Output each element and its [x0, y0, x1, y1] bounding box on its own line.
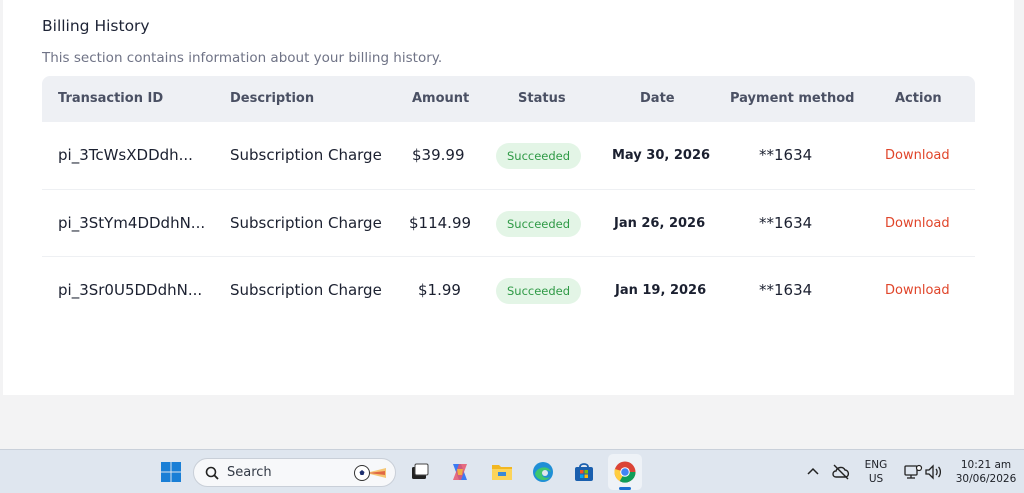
- language-indicator[interactable]: ENG US: [860, 459, 892, 485]
- date-cell: Jan 19, 2026: [615, 283, 707, 298]
- copilot-icon[interactable]: [446, 458, 474, 486]
- transaction-id-cell: pi_3TcWsXDDdh...: [58, 146, 193, 164]
- active-indicator: [619, 487, 631, 490]
- payment-method-cell: **1634: [759, 146, 813, 164]
- description-cell: Subscription Charge: [230, 281, 382, 299]
- table-header: Transaction ID Description Amount Status…: [42, 76, 975, 122]
- transaction-id-cell: pi_3Sr0U5DDdhN...: [58, 281, 203, 299]
- taskbar-search-box[interactable]: Search: [193, 458, 396, 487]
- status-badge: Succeeded: [496, 210, 582, 237]
- status-badge: Succeeded: [496, 143, 582, 169]
- task-view-icon[interactable]: [405, 458, 433, 486]
- section-title: Billing History: [42, 17, 150, 35]
- clock[interactable]: 10:21 am 30/06/2026: [952, 459, 1020, 485]
- store-icon[interactable]: [570, 458, 598, 486]
- soccer-ball-icon: [354, 465, 386, 481]
- header-action: Action: [895, 91, 942, 106]
- table-row: pi_3Sr0U5DDdhN... Subscription Charge $1…: [42, 257, 975, 325]
- table-row: pi_3TcWsXDDdh... Subscription Charge $39…: [42, 122, 975, 190]
- windows-taskbar: Search ENG US 10:21 am 30/06/2026: [0, 449, 1024, 493]
- description-cell: Subscription Charge: [230, 213, 382, 232]
- file-explorer-icon[interactable]: [488, 458, 516, 486]
- chrome-icon[interactable]: [608, 454, 642, 490]
- volume-icon[interactable]: [920, 458, 948, 486]
- description-cell: Subscription Charge: [230, 146, 382, 164]
- amount-cell: $1.99: [418, 281, 461, 299]
- header-payment-method: Payment method: [730, 91, 855, 106]
- language-code: ENG: [864, 459, 888, 471]
- download-link[interactable]: Download: [885, 122, 950, 189]
- billing-history-card: Billing History This section contains in…: [3, 0, 1014, 395]
- edge-icon[interactable]: [529, 458, 557, 486]
- table-row: pi_3StYm4DDdhN... Subscription Charge $1…: [42, 190, 975, 257]
- amount-cell: $114.99: [409, 213, 472, 232]
- windows-start-icon[interactable]: [157, 458, 185, 486]
- chevron-up-icon[interactable]: [799, 458, 827, 486]
- section-subtitle: This section contains information about …: [42, 50, 443, 66]
- amount-cell: $39.99: [412, 146, 465, 164]
- header-transaction-id: Transaction ID: [58, 91, 164, 106]
- transaction-id-cell: pi_3StYm4DDdhN...: [58, 213, 206, 232]
- header-amount: Amount: [412, 91, 470, 106]
- date-cell: Jan 26, 2026: [614, 215, 706, 231]
- search-icon: [205, 466, 219, 480]
- search-placeholder: Search: [227, 465, 272, 480]
- header-description: Description: [230, 91, 315, 106]
- status-badge: Succeeded: [496, 278, 582, 304]
- billing-table: Transaction ID Description Amount Status…: [42, 76, 975, 325]
- clock-time: 10:21 am: [960, 459, 1012, 471]
- download-link[interactable]: Download: [885, 257, 950, 324]
- date-cell: May 30, 2026: [612, 148, 711, 163]
- header-status: Status: [518, 91, 566, 106]
- cloud-offline-icon[interactable]: [827, 458, 855, 486]
- payment-method-cell: **1634: [759, 281, 813, 299]
- region-code: US: [868, 473, 884, 485]
- clock-date: 30/06/2026: [955, 473, 1017, 485]
- download-link[interactable]: Download: [885, 190, 950, 257]
- header-date: Date: [640, 91, 675, 106]
- payment-method-cell: **1634: [759, 213, 813, 232]
